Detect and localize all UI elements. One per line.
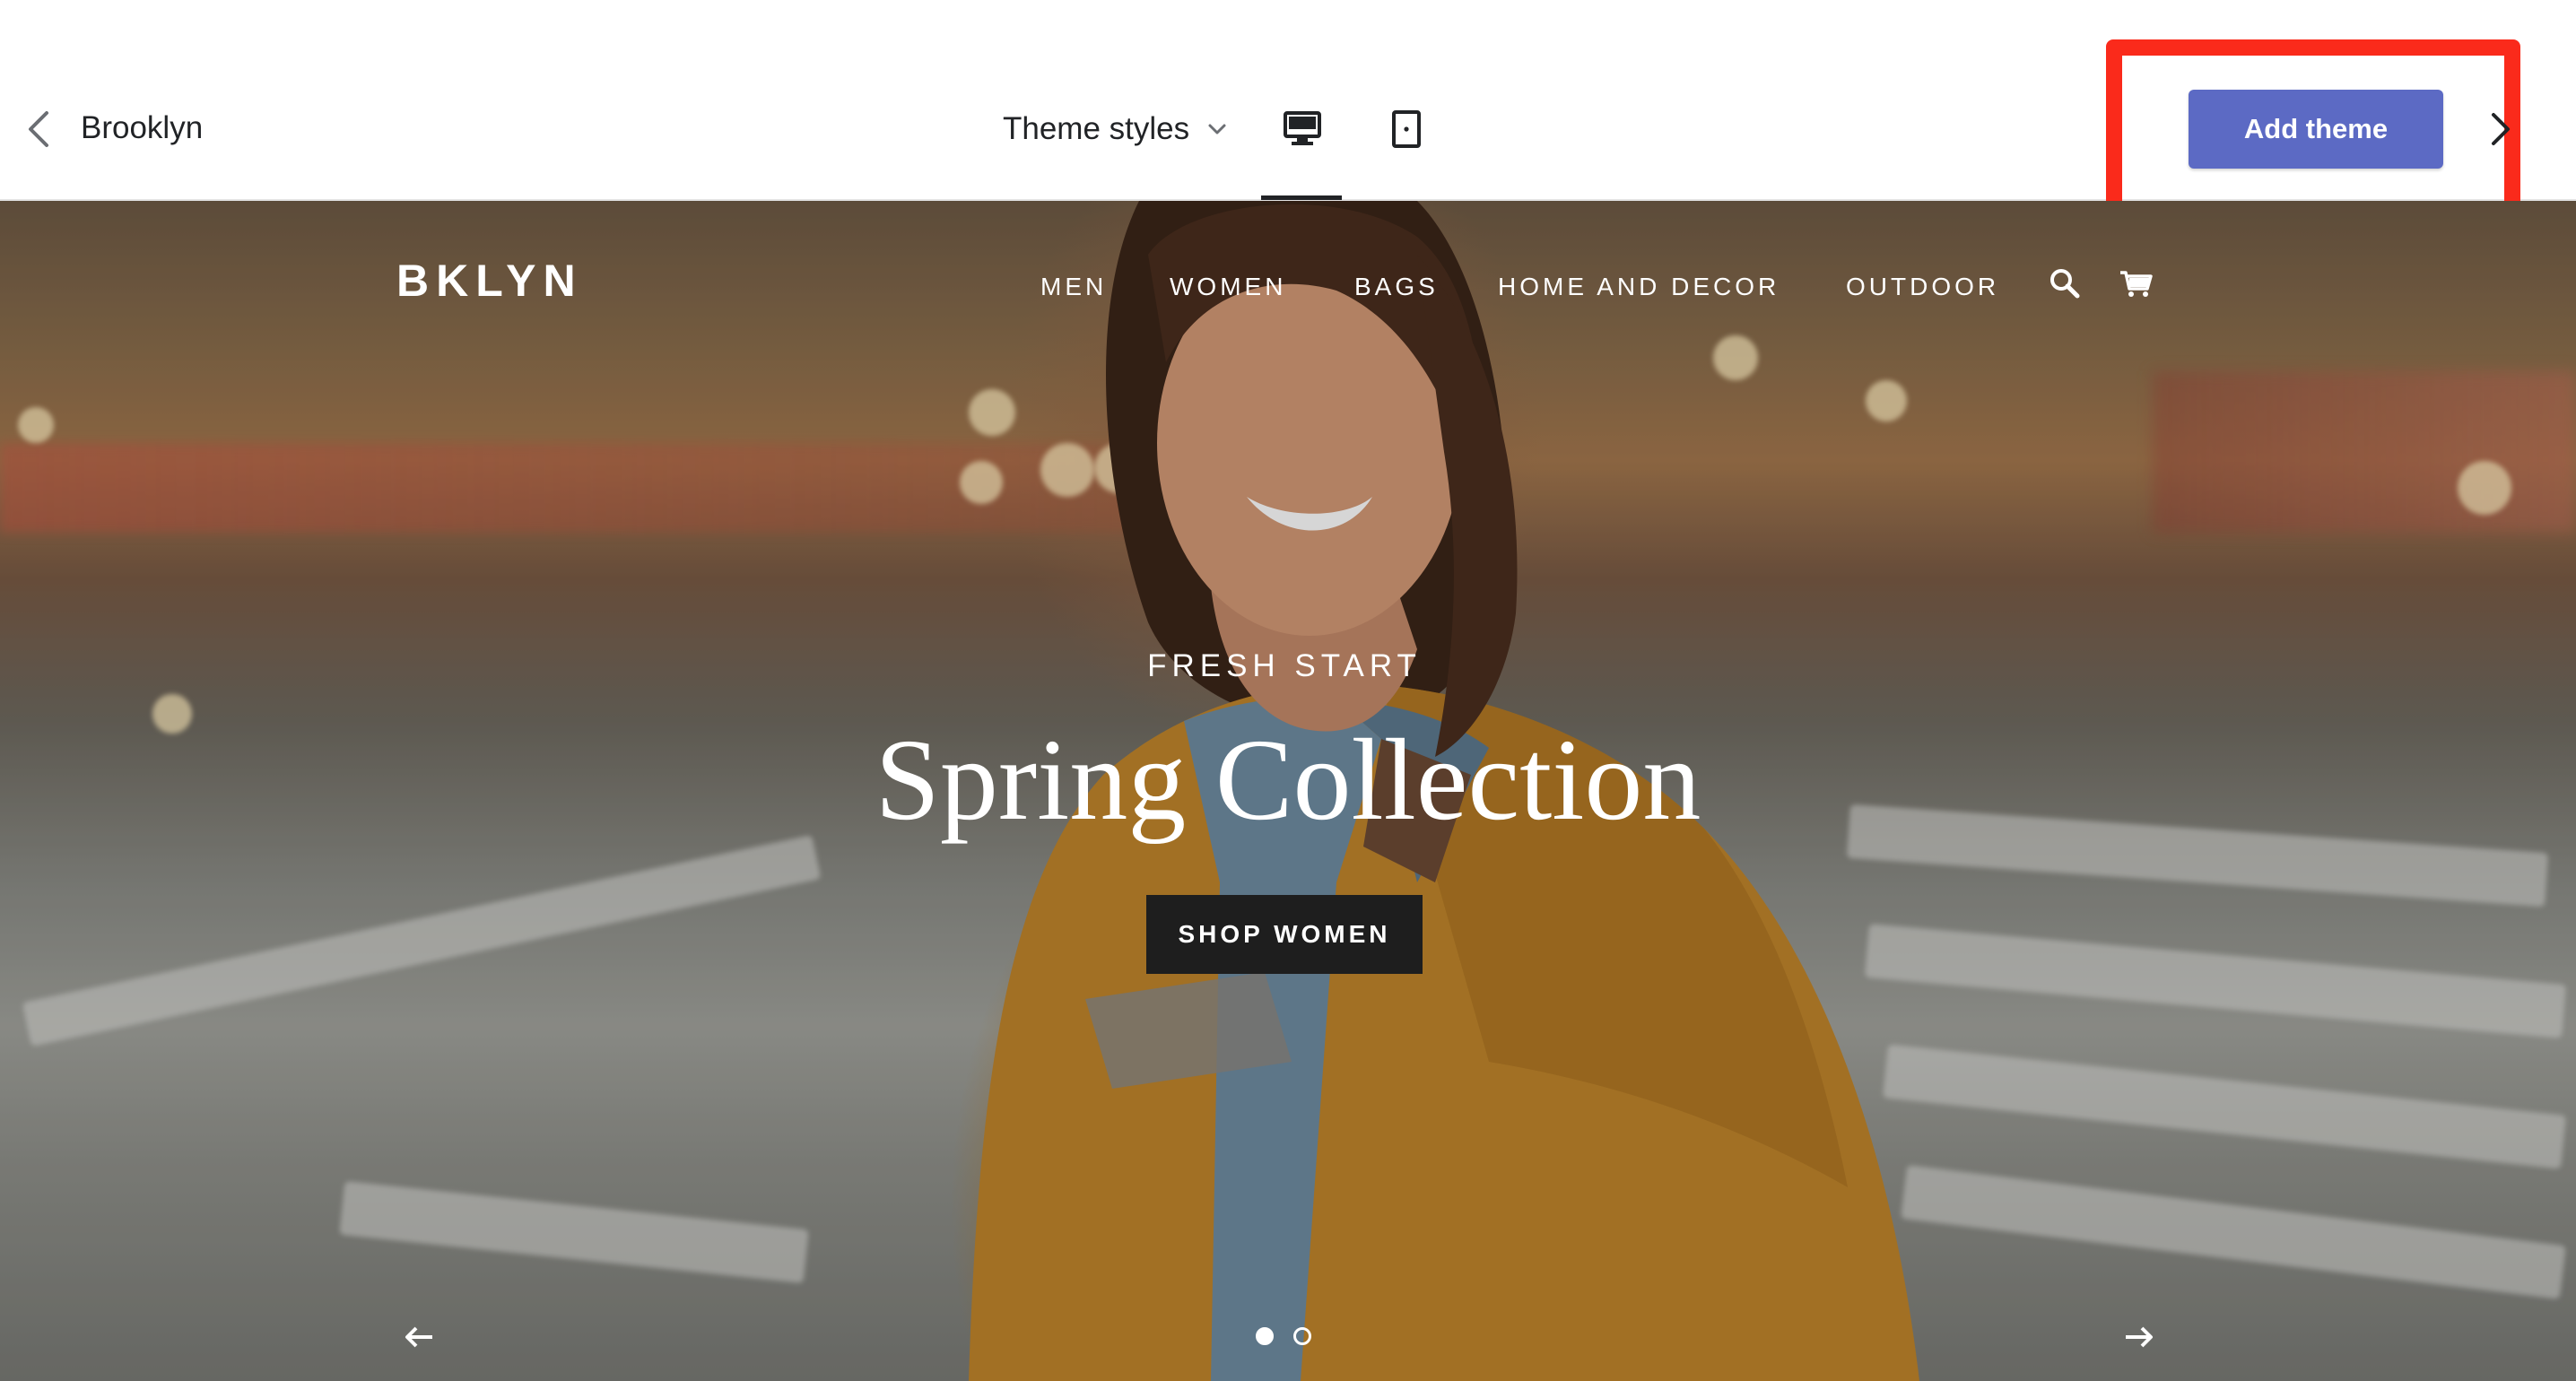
storefront-preview: BKLYN MEN WOMEN BAGS HOME AND DECOR OUTD… (0, 201, 2576, 1381)
nav-item-men[interactable]: MEN (1040, 269, 1107, 305)
desktop-icon (1284, 111, 1321, 145)
tablet-view-button[interactable] (1379, 100, 1433, 158)
cart-icon (2120, 271, 2153, 297)
hero-title-text: Spring Collection (875, 716, 1701, 845)
theme-styles-dropdown[interactable]: Theme styles (1003, 106, 1229, 152)
desktop-view-button[interactable] (1275, 100, 1329, 158)
add-theme-button[interactable]: Add theme (2189, 90, 2443, 169)
arrow-right-icon (2126, 1326, 2153, 1348)
back-button[interactable] (22, 106, 57, 152)
slideshow-prev-button[interactable] (402, 1324, 436, 1351)
chevron-down-icon (1208, 124, 1226, 135)
theme-styles-label: Theme styles (1003, 111, 1190, 146)
store-search-button[interactable] (2047, 265, 2083, 301)
nav-item-outdoor[interactable]: OUTDOOR (1846, 269, 1999, 305)
theme-name: Brooklyn (81, 110, 204, 145)
arrow-left-icon (405, 1326, 432, 1348)
nav-item-bags[interactable]: BAGS (1354, 269, 1439, 305)
theme-preview-toolbar: Brooklyn Theme styles Add theme (0, 0, 2576, 224)
hero-title: Spring Collection (0, 708, 2576, 852)
chevron-left-icon (29, 111, 48, 147)
shop-women-button[interactable]: SHOP WOMEN (1146, 895, 1423, 974)
nav-item-home-and-decor[interactable]: HOME AND DECOR (1498, 269, 1780, 305)
chevron-right-icon (2492, 113, 2510, 145)
hero-kicker: FRESH START (0, 644, 2576, 689)
slideshow-next-button[interactable] (2122, 1324, 2156, 1351)
next-theme-button[interactable] (2488, 109, 2515, 149)
active-device-indicator (1261, 195, 1342, 200)
store-logo[interactable]: BKLYN (396, 255, 583, 307)
store-cart-button[interactable] (2119, 265, 2154, 301)
search-icon (2050, 269, 2080, 299)
nav-item-women[interactable]: WOMEN (1170, 269, 1286, 305)
slideshow-dot-1[interactable] (1256, 1327, 1274, 1345)
hero-kicker-text: FRESH START (1147, 648, 1422, 683)
slideshow-dot-2[interactable] (1293, 1327, 1311, 1345)
tablet-icon (1392, 110, 1421, 148)
